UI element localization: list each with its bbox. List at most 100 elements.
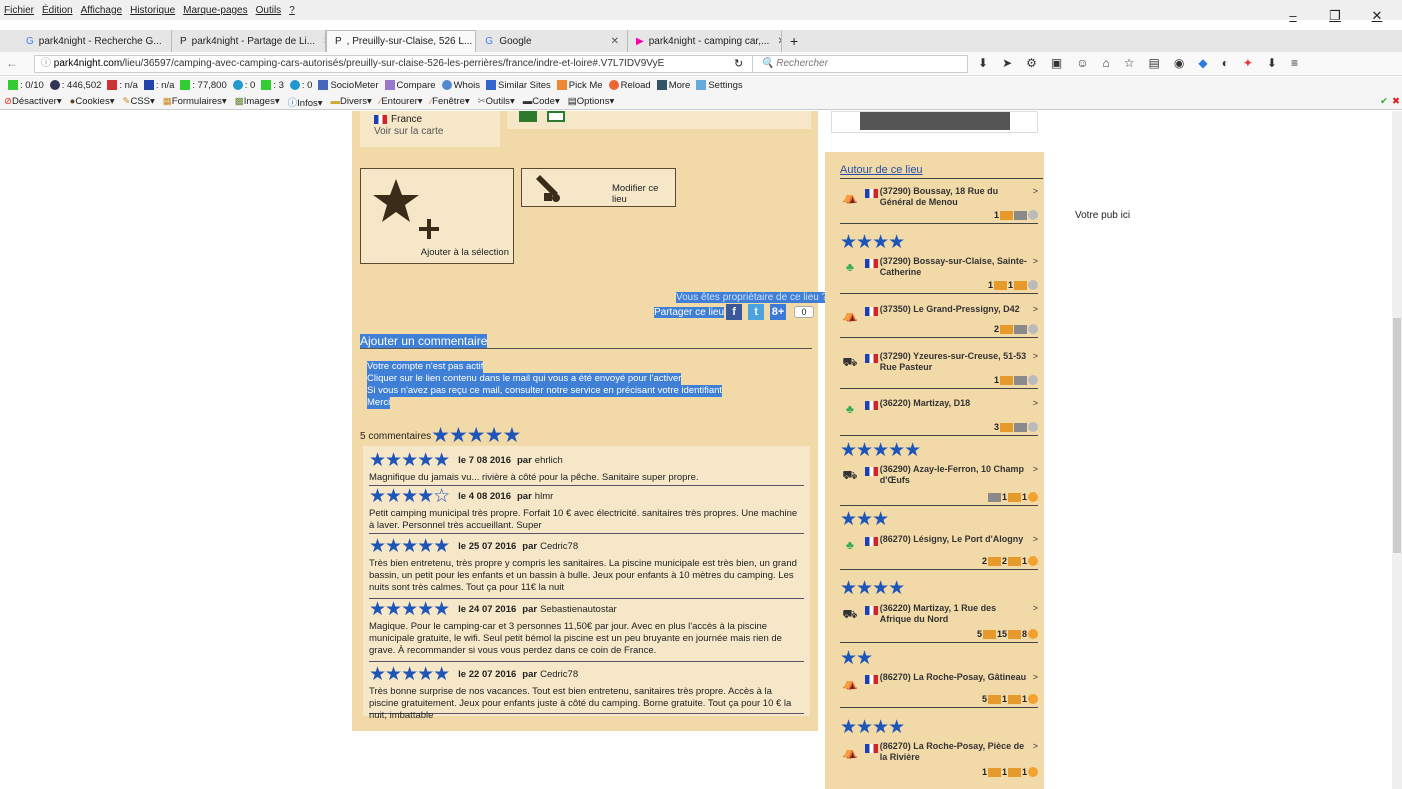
reload-link[interactable]: Reload	[608, 80, 651, 91]
place-item[interactable]: ⛺ (86270) La Roche-Posay, Pièce de la Riv…	[840, 741, 1038, 777]
place-item[interactable]: ⛺ (37350) Le Grand-Pressigny, D42 > 2	[840, 304, 1038, 338]
error-icon[interactable]: ✖	[1392, 96, 1400, 107]
images-menu[interactable]: ▩Images▾	[235, 96, 280, 107]
fenetre-menu[interactable]: ⁄Fenêtre▾	[431, 96, 470, 107]
tab-google[interactable]: G Google ✕	[476, 30, 628, 52]
seo-item[interactable]: : 77,800	[180, 80, 227, 91]
google-plus-icon[interactable]: 8+	[770, 304, 787, 320]
menu-fichier[interactable]: Fichier	[4, 5, 34, 16]
screenshot-icon[interactable]: ▣	[1051, 56, 1062, 70]
place-item[interactable]: ♣ (36220) Martizay, D18 > 3	[840, 398, 1038, 436]
new-tab-button[interactable]: +	[782, 30, 806, 52]
menu-affichage[interactable]: Affichage	[81, 5, 123, 16]
map-link[interactable]: Voir sur la carte	[374, 126, 486, 137]
maximize-button[interactable]: ❐	[1318, 0, 1352, 32]
seo-item[interactable]: : 3	[261, 80, 284, 91]
paint-icon[interactable]: ✦	[1243, 56, 1253, 70]
place-item[interactable]: ⛺ (37290) Boussay, 18 Rue du Général de M…	[840, 186, 1038, 224]
clipboard-icon[interactable]: ▤	[1149, 56, 1160, 70]
divers-menu[interactable]: ▬Divers▾	[331, 96, 372, 107]
place-item[interactable]: ♣ (37290) Bossay-sur-Claise, Sainte-Cathe…	[840, 256, 1038, 294]
menu-outils[interactable]: Outils	[256, 5, 282, 16]
send-icon[interactable]: ➤	[1002, 56, 1012, 70]
share-row: Partager ce lieu f t 8+ 0	[654, 304, 815, 320]
close-tab-icon[interactable]: ✕	[611, 36, 619, 47]
twitter-icon[interactable]: t	[748, 304, 765, 320]
review-author: Sebastienautostar	[540, 604, 617, 615]
search-field[interactable]: 🔍 Rechercher	[752, 55, 968, 73]
ghost-icon[interactable]: ◐	[1222, 56, 1229, 70]
desactiver-menu[interactable]: ⊘Désactiver▾	[4, 96, 62, 107]
add-to-selection-button[interactable]: Ajouter à la sélection	[360, 168, 514, 264]
tab-camping[interactable]: ▶park4night - camping car,...✕	[628, 30, 782, 52]
seo-item[interactable]: : 0	[232, 80, 255, 91]
home-icon[interactable]: ⌂	[1103, 56, 1110, 70]
place-item[interactable]: ♣ (86270) Lésigny, Le Port d'Alogny > 2 2 1	[840, 534, 1038, 570]
place-item[interactable]: ⛟ (36290) Azay-le-Ferron, 10 Champ d'Œufs…	[840, 464, 1038, 506]
seo-item[interactable]: : 0/10	[8, 80, 44, 91]
download-arrow-icon[interactable]: ⬇	[1267, 56, 1277, 70]
download-icon[interactable]: ⬇	[978, 56, 988, 70]
seo-item[interactable]: : 0	[289, 80, 312, 91]
review-date: le 24 07 2016	[458, 604, 517, 615]
sociometer-link[interactable]: SocioMeter	[318, 80, 379, 91]
bookmark-label: More	[668, 80, 691, 91]
compare-link[interactable]: Compare	[384, 80, 436, 91]
vpn-icon[interactable]: ◆	[1198, 56, 1207, 70]
outils-menu[interactable]: ✂Outils▾	[478, 96, 515, 107]
code-menu[interactable]: ▬Code▾	[523, 96, 560, 107]
cookies-menu[interactable]: ●Cookies▾	[70, 96, 115, 107]
around-title[interactable]: Autour de ce lieu	[840, 164, 1043, 179]
review-date: le 25 07 2016	[458, 541, 517, 552]
tab-partage[interactable]: Ppark4night - Partage de Li...✕	[172, 30, 326, 52]
css-menu[interactable]: ✎CSS▾	[122, 96, 154, 107]
minimize-button[interactable]: –	[1276, 0, 1310, 32]
info-icon[interactable]: ⓘ	[41, 58, 54, 69]
facebook-icon[interactable]: f	[726, 304, 743, 320]
similar-sites-link[interactable]: Similar Sites	[485, 80, 551, 91]
emoji-icon[interactable]: ☺	[1076, 56, 1088, 70]
whois-link[interactable]: Whois	[441, 80, 480, 91]
scrollbar-thumb[interactable]	[1393, 318, 1401, 553]
menu-historique[interactable]: Historique	[130, 5, 175, 16]
menu-marque-pages[interactable]: Marque-pages	[183, 5, 247, 16]
menu-edition[interactable]: Édition	[42, 5, 73, 16]
place-item[interactable]: ⛟ (37290) Yzeures-sur-Creuse, 51-53 Rue P…	[840, 351, 1038, 389]
settings-link[interactable]: Settings	[696, 80, 743, 91]
ad-placeholder[interactable]: Votre pub ici	[1075, 210, 1130, 221]
formulaires-menu[interactable]: ▦Formulaires▾	[163, 96, 227, 107]
page-scrollbar[interactable]	[1392, 111, 1402, 789]
extension-icon[interactable]: ⚙	[1026, 56, 1037, 70]
close-window-button[interactable]: ✕	[1360, 0, 1394, 32]
tab-preuilly[interactable]: P, Preuilly-sur-Claise, 526 L...✕	[326, 30, 476, 52]
pick-me-link[interactable]: Pick Me	[556, 80, 603, 91]
add-comment-label: Ajouter un commentaire	[360, 334, 488, 348]
account-message: Votre compte n'est pas actif Cliquer sur…	[367, 361, 723, 409]
star-icon[interactable]: ☆	[1124, 56, 1135, 70]
france-flag-icon	[864, 537, 878, 546]
place-item[interactable]: ⛟ (36220) Martizay, 1 Rue des Afrique du …	[840, 603, 1038, 643]
tab-label: park4night - Partage de Li...	[191, 35, 316, 47]
owner-link[interactable]: Vous êtes propriétaire de ce lieu ?	[676, 292, 828, 303]
pocket-icon[interactable]: ◉	[1174, 56, 1184, 70]
photo-icon	[1000, 210, 1013, 220]
menu-icon[interactable]: ≡	[1291, 56, 1298, 70]
back-icon[interactable]: ←	[6, 56, 18, 70]
seo-item[interactable]: : n/a	[143, 80, 174, 91]
check-icon[interactable]: ✔	[1380, 96, 1388, 107]
entourer-menu[interactable]: ⁄Entourer▾	[380, 96, 423, 107]
url-field[interactable]: ⓘ park4night.com/lieu/36597/camping-avec…	[34, 55, 754, 73]
infos-menu[interactable]: ⓘInfos▾	[288, 95, 323, 109]
top-ad-banner[interactable]	[831, 111, 1038, 133]
reload-icon[interactable]: ↻	[734, 57, 743, 70]
more-link[interactable]: More	[656, 80, 691, 91]
seo-item[interactable]: : n/a	[107, 80, 138, 91]
comment-icon	[1007, 694, 1021, 704]
place-item[interactable]: ⛺ (86270) La Roche-Posay, Gâtineau > 5 1 1	[840, 672, 1038, 708]
seo-item[interactable]: : 446,502	[49, 80, 101, 91]
menu-help[interactable]: ?	[289, 5, 295, 16]
tab-recherche[interactable]: Gpark4night - Recherche G...✕	[18, 30, 172, 52]
options-menu[interactable]: ▤Options▾	[568, 96, 615, 107]
photo-icon	[987, 694, 1001, 704]
edit-place-button[interactable]: Modifier ce lieu	[521, 168, 676, 207]
